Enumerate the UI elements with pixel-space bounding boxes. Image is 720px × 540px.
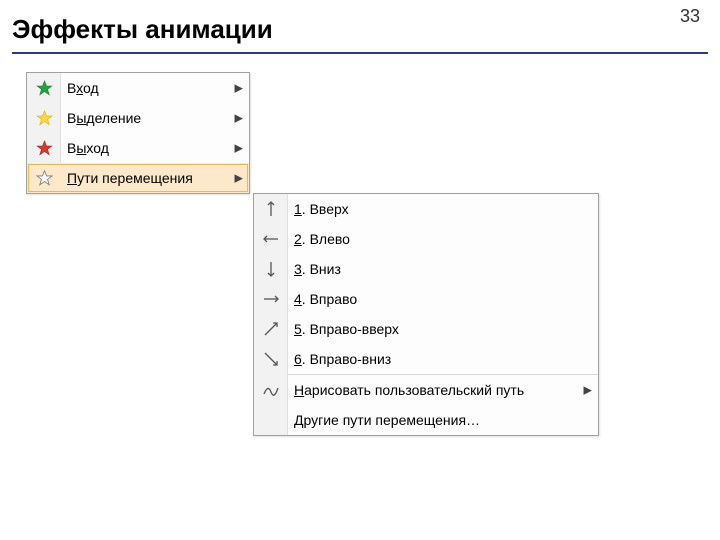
- submenu-item-more-paths[interactable]: Другие пути перемещения…: [254, 405, 598, 435]
- page-title: Эффекты анимации: [12, 14, 273, 45]
- submenu-item-up[interactable]: 1. Вверх: [254, 194, 598, 224]
- submenu-item-down-right[interactable]: 6. Вправо-вниз: [254, 344, 598, 374]
- path-down-icon: [254, 254, 288, 284]
- star-outline-icon: [27, 163, 61, 193]
- submenu-item-custom-path[interactable]: Нарисовать пользовательский путь ▶: [254, 375, 598, 405]
- menu-item-label: 3. Вниз: [294, 261, 576, 277]
- page-number: 33: [680, 6, 700, 27]
- menu-item-label: 5. Вправо-вверх: [294, 321, 576, 337]
- menu-item-label: Вход: [67, 80, 227, 96]
- path-left-icon: [254, 224, 288, 254]
- submenu-arrow-icon: ▶: [235, 142, 243, 155]
- menu-item-label: 2. Влево: [294, 231, 576, 247]
- submenu-arrow-icon: ▶: [235, 112, 243, 125]
- motion-paths-submenu: 1. Вверх 2. Влево 3. Вниз 4. Вправо 5. В: [253, 193, 599, 436]
- menu-item-label: 4. Вправо: [294, 291, 576, 307]
- path-downright-icon: [254, 344, 288, 374]
- menu-item-label: Выход: [67, 140, 227, 156]
- submenu-arrow-icon: ▶: [235, 82, 243, 95]
- path-upright-icon: [254, 314, 288, 344]
- title-rule: [12, 52, 708, 54]
- menu-item-exit[interactable]: Выход ▶: [27, 133, 249, 163]
- star-red-icon: [27, 133, 61, 163]
- submenu-arrow-icon: ▶: [584, 384, 592, 397]
- menu-item-label: 1. Вверх: [294, 201, 576, 217]
- submenu-item-left[interactable]: 2. Влево: [254, 224, 598, 254]
- animation-effects-menu: Вход ▶ Выделение ▶ Выход ▶ Пути перемеще…: [26, 72, 250, 194]
- menu-item-label: Нарисовать пользовательский путь: [294, 382, 576, 398]
- submenu-item-right[interactable]: 4. Вправо: [254, 284, 598, 314]
- star-yellow-icon: [27, 103, 61, 133]
- menu-item-emphasis[interactable]: Выделение ▶: [27, 103, 249, 133]
- menu-item-entrance[interactable]: Вход ▶: [27, 73, 249, 103]
- path-custom-icon: [254, 375, 288, 405]
- menu-item-label: 6. Вправо-вниз: [294, 351, 576, 367]
- path-up-icon: [254, 194, 288, 224]
- submenu-arrow-icon: ▶: [235, 172, 243, 185]
- menu-item-label: Другие пути перемещения…: [294, 412, 576, 428]
- submenu-item-down[interactable]: 3. Вниз: [254, 254, 598, 284]
- empty-icon: [254, 405, 288, 435]
- menu-item-motion-paths[interactable]: Пути перемещения ▶: [27, 163, 249, 193]
- submenu-item-up-right[interactable]: 5. Вправо-вверх: [254, 314, 598, 344]
- star-green-icon: [27, 73, 61, 103]
- path-right-icon: [254, 284, 288, 314]
- menu-item-label: Выделение: [67, 110, 227, 126]
- menu-item-label: Пути перемещения: [67, 170, 227, 186]
